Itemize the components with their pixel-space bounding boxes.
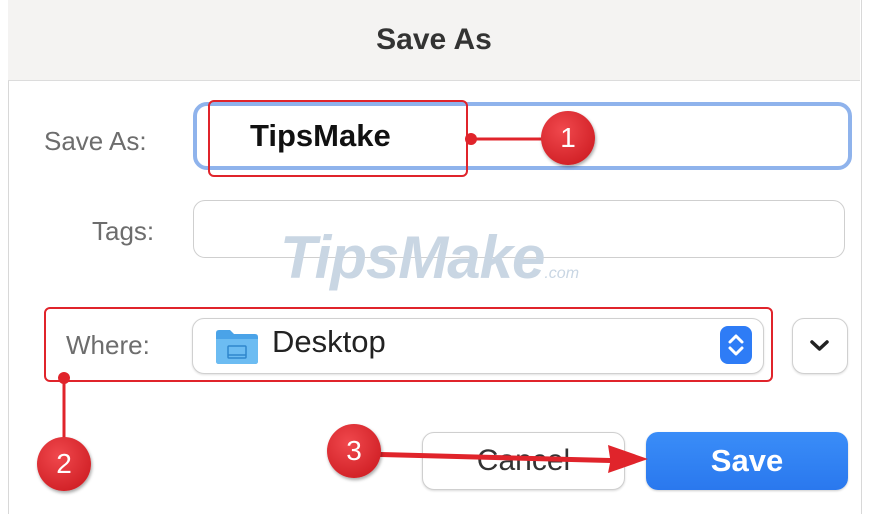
save-as-label: Save As:: [44, 126, 147, 156]
chevron-down-icon: [810, 340, 829, 351]
save-button[interactable]: Save: [646, 432, 848, 490]
expand-button[interactable]: [792, 318, 848, 374]
watermark-text: TipsMake: [280, 224, 545, 291]
dialog-title: Save As: [376, 23, 492, 56]
highlight-box-name: [208, 100, 468, 177]
tags-label: Tags:: [92, 216, 155, 246]
cancel-button[interactable]: Cancel: [422, 432, 625, 490]
watermark-domain: .com: [544, 265, 580, 282]
annotation-badge-3: 3: [327, 424, 381, 478]
annotation-badge-1: 1: [541, 111, 595, 165]
watermark: TipsMake.com: [280, 223, 579, 292]
title-bar: Save As: [8, 0, 860, 81]
annotation-badge-2: 2: [37, 437, 91, 491]
highlight-box-where: [44, 307, 773, 382]
